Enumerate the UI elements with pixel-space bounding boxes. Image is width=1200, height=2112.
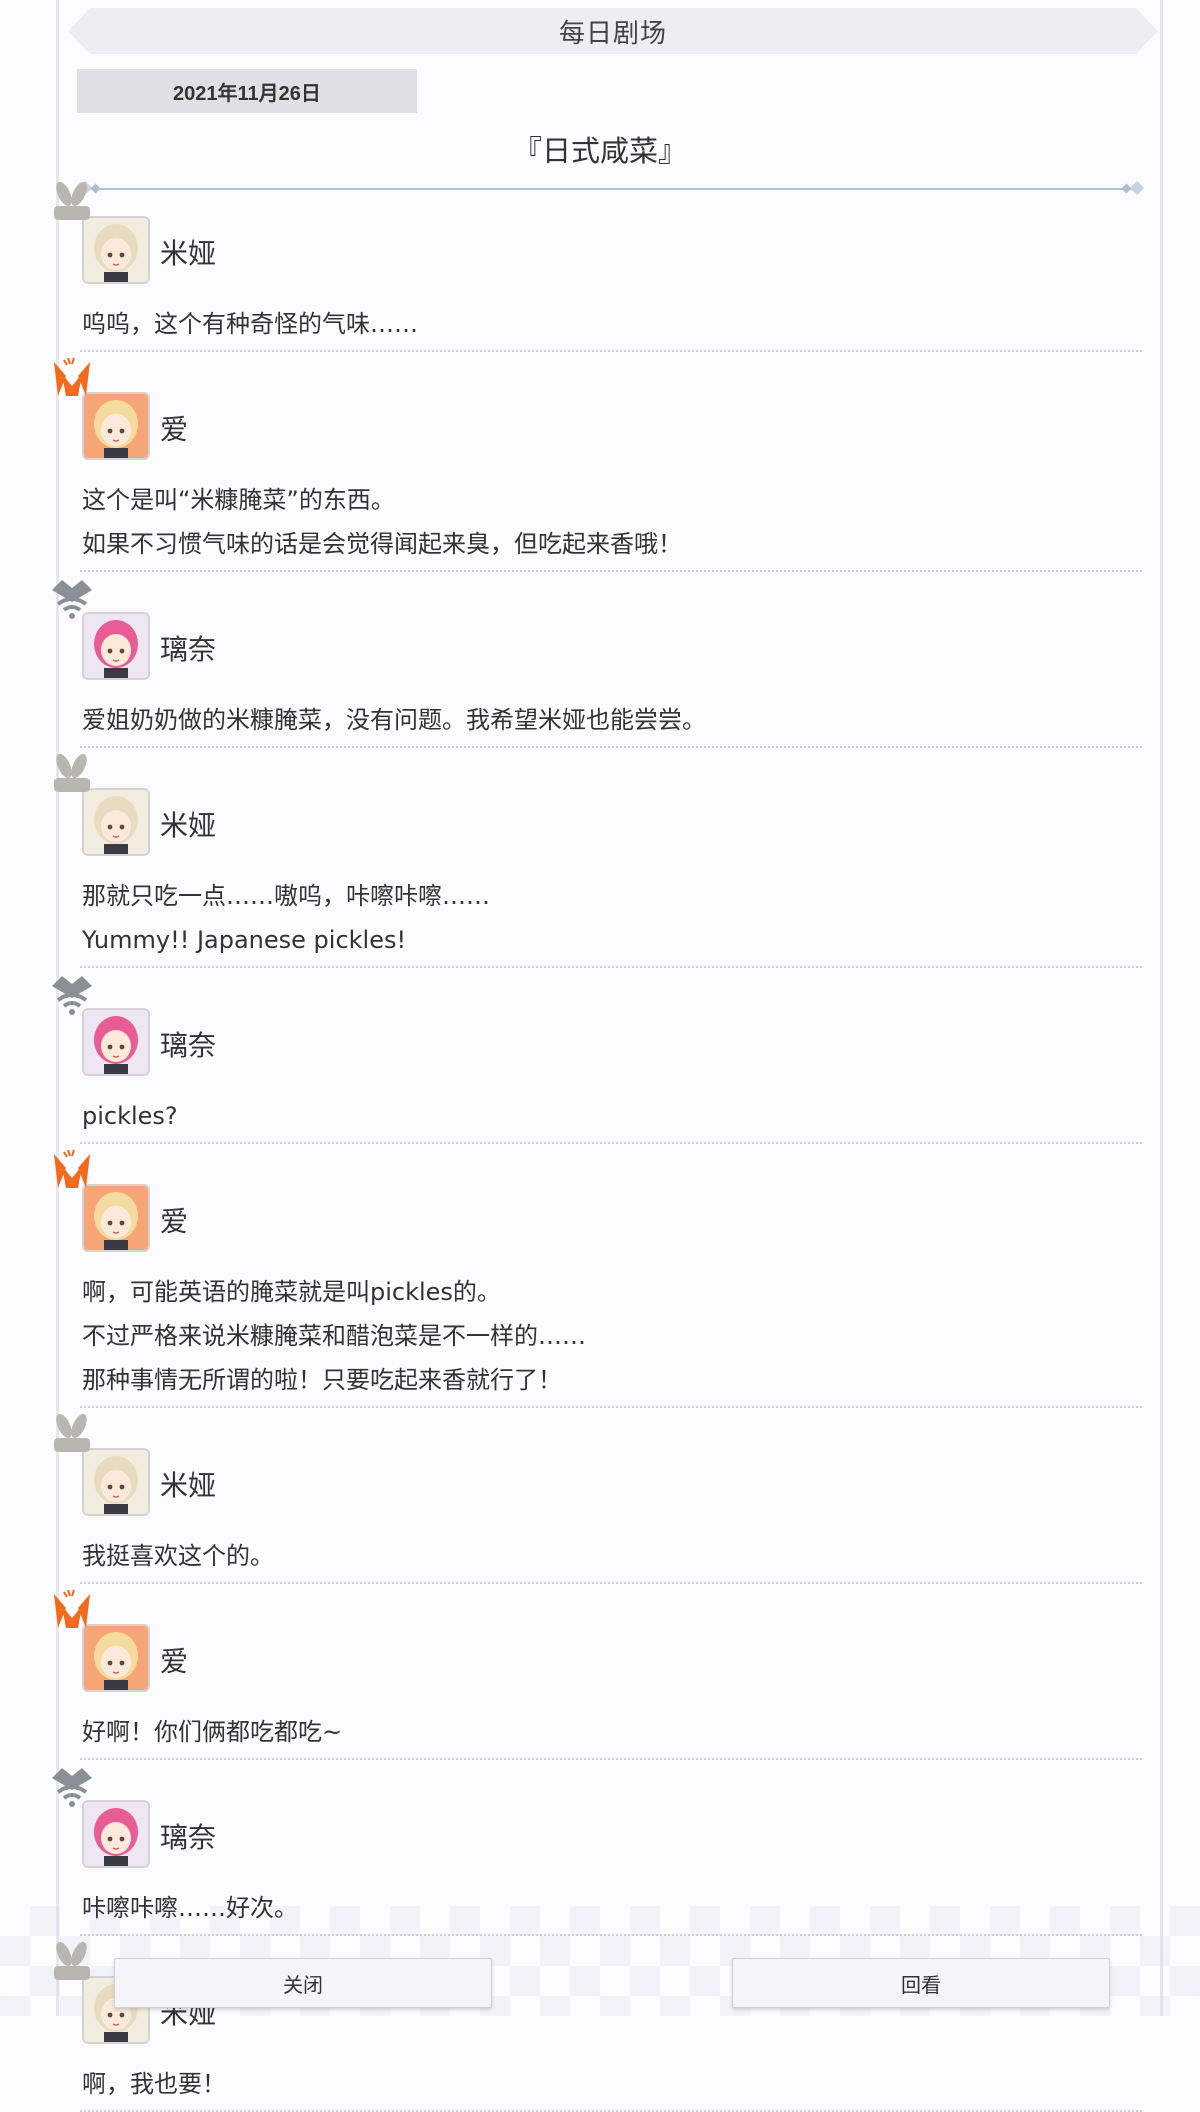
cat-icon [52,1768,92,1807]
message-line: 不过严格来说米糠腌菜和醋泡菜是不一样的…… [82,1322,586,1350]
message-text: 咔嚓咔嚓……好次。 [82,1886,298,1930]
date-label: 2021年11月26日 [77,69,417,113]
message-separator [80,1934,1142,1936]
message-text: 爱姐奶奶做的米糠腌菜，没有问题。我希望米娅也能尝尝。 [82,698,706,742]
message-separator [80,966,1142,968]
message-text: pickles? [82,1094,178,1138]
rabbit-icon [54,1413,90,1452]
speaker-name: 爱 [160,1205,189,1238]
avatar [82,1184,150,1252]
fox-icon [54,1589,90,1628]
message-text: 呜呜，这个有种奇怪的气味…… [82,302,418,346]
message-line: 啊，我也要！ [82,2070,226,2098]
message-line: 爱姐奶奶做的米糠腌菜，没有问题。我希望米娅也能尝尝。 [82,706,706,734]
avatar [82,612,150,680]
rabbit-icon [54,181,90,220]
message-text: 我挺喜欢这个的。 [82,1534,274,1578]
message-text: 啊，可能英语的腌菜就是叫pickles的。不过严格来说米糠腌菜和醋泡菜是不一样的… [82,1270,586,1402]
message-line: 这个是叫“米糠腌菜”的东西。 [82,486,395,514]
message-separator [80,1406,1142,1408]
message-separator [80,746,1142,748]
fox-icon [54,1149,90,1188]
cat-icon [52,976,92,1015]
avatar [82,1008,150,1076]
message-line: 那就只吃一点……嗷呜，咔嚓咔嚓…… [82,882,490,910]
message-line: 啊，可能英语的腌菜就是叫pickles的。 [82,1278,501,1306]
avatar [82,1448,150,1516]
speaker-name: 璃奈 [160,1029,217,1062]
speaker-name: 米娅 [160,1469,217,1502]
speaker-name: 爱 [160,413,189,446]
title-divider [77,180,1145,196]
message-line: 我挺喜欢这个的。 [82,1542,274,1570]
message-separator [80,1758,1142,1760]
message-text: 好啊！你们俩都吃都吃~ [82,1710,342,1754]
replay-button[interactable]: 回看 [732,1958,1110,2008]
avatar [82,788,150,856]
message-line: 好啊！你们俩都吃都吃~ [82,1718,343,1746]
message-line: 那种事情无所谓的啦！只要吃起来香就行了！ [82,1366,562,1394]
message-line: Yummy!! Japanese pickles! [82,926,407,954]
message-separator [80,570,1142,572]
header-title: 每日剧场 [558,18,667,49]
close-button[interactable]: 关闭 [114,1958,492,2008]
fox-icon [54,357,90,396]
speaker-name: 璃奈 [160,1821,217,1854]
speaker-name: 米娅 [160,237,217,270]
message-separator [80,1582,1142,1584]
message-line: 呜呜，这个有种奇怪的气味…… [82,310,418,338]
right-border [1160,0,1163,2016]
story-title: 『日式咸菜』 [512,134,687,168]
message-text: 这个是叫“米糠腌菜”的东西。如果不习惯气味的话是会觉得闻起来臭，但吃起来香哦！ [82,478,682,566]
avatar [82,1800,150,1868]
message-separator [80,1142,1142,1144]
speaker-name: 米娅 [160,809,217,842]
message-text: 那就只吃一点……嗷呜，咔嚓咔嚓…… Yummy!! Japanese pickle… [82,874,490,962]
speaker-name: 璃奈 [160,633,217,666]
message-line: 咔嚓咔嚓……好次。 [82,1894,298,1922]
message-line: pickles? [82,1102,178,1130]
cat-icon [52,580,92,619]
message-line: 如果不习惯气味的话是会觉得闻起来臭，但吃起来香哦！ [82,530,682,558]
avatar [82,216,150,284]
avatar [82,392,150,460]
message-separator [80,350,1142,352]
rabbit-icon [54,753,90,792]
avatar [82,1624,150,1692]
message-text: 啊，我也要！ [82,2062,226,2106]
header-banner: 每日剧场 [68,8,1158,54]
speaker-name: 爱 [160,1645,189,1678]
rabbit-icon [54,1941,90,1980]
